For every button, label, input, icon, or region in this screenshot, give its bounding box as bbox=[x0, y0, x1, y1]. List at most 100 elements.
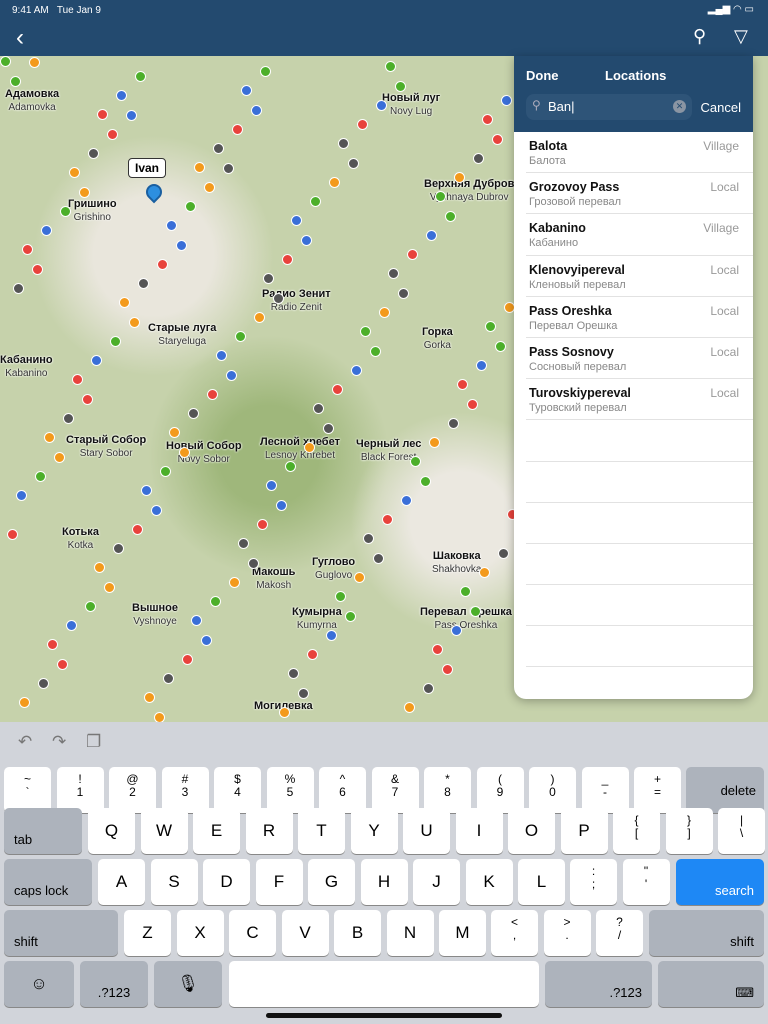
map-poi-icon[interactable] bbox=[47, 639, 58, 650]
chevron-left-icon[interactable]: ‹ bbox=[16, 24, 24, 52]
map-poi-icon[interactable] bbox=[113, 543, 124, 554]
map-poi-icon[interactable] bbox=[407, 249, 418, 260]
map-poi-icon[interactable] bbox=[470, 606, 481, 617]
microphone-icon[interactable]: 🎙 bbox=[154, 961, 222, 1007]
key[interactable]: E bbox=[193, 808, 240, 854]
map-poi-icon[interactable] bbox=[373, 553, 384, 564]
map-poi-icon[interactable] bbox=[479, 567, 490, 578]
map-poi-icon[interactable] bbox=[420, 476, 431, 487]
key[interactable]: Z bbox=[124, 910, 171, 956]
map-poi-icon[interactable] bbox=[57, 659, 68, 670]
map-poi-icon[interactable] bbox=[301, 235, 312, 246]
location-result[interactable]: Balota Балота Village bbox=[526, 132, 753, 174]
map-poi-icon[interactable] bbox=[310, 196, 321, 207]
map-poi-icon[interactable] bbox=[304, 442, 315, 453]
map-poi-icon[interactable] bbox=[63, 413, 74, 424]
map-poi-icon[interactable] bbox=[38, 678, 49, 689]
map-poi-icon[interactable] bbox=[216, 350, 227, 361]
map-poi-icon[interactable] bbox=[298, 688, 309, 699]
map-poi-icon[interactable] bbox=[213, 143, 224, 154]
map-poi-icon[interactable] bbox=[429, 437, 440, 448]
key[interactable]: & 7 bbox=[371, 767, 419, 813]
shift-key-right[interactable]: shift bbox=[649, 910, 764, 956]
map-poi-icon[interactable] bbox=[485, 321, 496, 332]
map-poi-icon[interactable] bbox=[432, 644, 443, 655]
location-result[interactable]: Klenovyipereval Кленовый перевал Local bbox=[526, 256, 753, 297]
map-poi-icon[interactable] bbox=[492, 134, 503, 145]
map-place-label[interactable]: Вышное Vyshnoye bbox=[132, 602, 178, 628]
map-poi-icon[interactable] bbox=[457, 379, 468, 390]
map-poi-icon[interactable] bbox=[238, 538, 249, 549]
map-poi-icon[interactable] bbox=[104, 582, 115, 593]
key[interactable]: " ' bbox=[622, 859, 670, 905]
map-place-label[interactable]: Кумырна Kumyrna bbox=[292, 606, 342, 632]
map-poi-icon[interactable] bbox=[426, 230, 437, 241]
map-poi-icon[interactable] bbox=[382, 514, 393, 525]
key[interactable]: L bbox=[518, 859, 565, 905]
map-place-label[interactable]: Макошь Makosh bbox=[252, 566, 295, 592]
map-poi-icon[interactable] bbox=[395, 81, 406, 92]
key[interactable]: F bbox=[255, 859, 303, 905]
location-result[interactable]: Pass Sosnovy Сосновый перевал Local bbox=[526, 338, 753, 380]
map-poi-icon[interactable] bbox=[66, 620, 77, 631]
map-place-label[interactable]: Гришино Grishino bbox=[68, 198, 117, 224]
map-poi-icon[interactable] bbox=[85, 601, 96, 612]
map-poi-icon[interactable] bbox=[144, 692, 155, 703]
key[interactable]: K bbox=[465, 859, 513, 905]
done-button[interactable]: Done bbox=[526, 68, 559, 83]
location-result[interactable]: Turovskiypereval Туровский перевал Local bbox=[526, 379, 753, 421]
key[interactable]: N bbox=[386, 910, 434, 956]
map-poi-icon[interactable] bbox=[29, 57, 40, 68]
map-poi-icon[interactable] bbox=[223, 163, 234, 174]
map-poi-icon[interactable] bbox=[254, 312, 265, 323]
map-poi-icon[interactable] bbox=[13, 283, 24, 294]
key[interactable]: M bbox=[439, 910, 486, 956]
key[interactable]: {[ bbox=[613, 808, 660, 854]
key[interactable]: B bbox=[334, 910, 381, 956]
map-poi-icon[interactable] bbox=[288, 668, 299, 679]
map-poi-icon[interactable] bbox=[10, 76, 21, 87]
cancel-button[interactable]: Cancel bbox=[701, 100, 741, 115]
map-poi-icon[interactable] bbox=[501, 95, 512, 106]
map-poi-icon[interactable] bbox=[263, 273, 274, 284]
map-poi-icon[interactable] bbox=[135, 71, 146, 82]
map-poi-icon[interactable] bbox=[97, 109, 108, 120]
map-poi-icon[interactable] bbox=[282, 254, 293, 265]
map-poi-icon[interactable] bbox=[129, 317, 140, 328]
map-poi-icon[interactable] bbox=[32, 264, 43, 275]
map-poi-icon[interactable] bbox=[460, 586, 471, 597]
map-poi-icon[interactable] bbox=[54, 452, 65, 463]
map-poi-icon[interactable] bbox=[19, 697, 30, 708]
map-place-label[interactable]: Новый луг Novy Lug bbox=[382, 92, 440, 118]
map-poi-icon[interactable] bbox=[60, 206, 71, 217]
map-poi-icon[interactable] bbox=[451, 625, 462, 636]
map-poi-icon[interactable] bbox=[44, 432, 55, 443]
map-poi-icon[interactable] bbox=[179, 447, 190, 458]
user-marker-label[interactable]: Ivan bbox=[128, 158, 167, 178]
map-poi-icon[interactable] bbox=[107, 129, 118, 140]
map-poi-icon[interactable] bbox=[119, 297, 130, 308]
paste-icon[interactable]: ❐ bbox=[86, 732, 101, 752]
map-poi-icon[interactable] bbox=[360, 326, 371, 337]
map-poi-icon[interactable] bbox=[401, 495, 412, 506]
shift-key-left[interactable]: shift bbox=[4, 910, 118, 956]
map-poi-icon[interactable] bbox=[160, 466, 171, 477]
key[interactable]: * 8 bbox=[424, 767, 471, 813]
map-poi-icon[interactable] bbox=[235, 331, 246, 342]
key[interactable]: S bbox=[150, 859, 198, 905]
map-poi-icon[interactable] bbox=[260, 66, 271, 77]
map-poi-icon[interactable] bbox=[473, 153, 484, 164]
map-place-label[interactable]: Старые луга Staryeluga bbox=[148, 322, 216, 348]
key[interactable]: % 5 bbox=[266, 767, 314, 813]
map-poi-icon[interactable] bbox=[257, 519, 268, 530]
map-poi-icon[interactable] bbox=[498, 548, 509, 559]
key[interactable]: C bbox=[229, 910, 276, 956]
map-poi-icon[interactable] bbox=[248, 558, 259, 569]
map-poi-icon[interactable] bbox=[379, 307, 390, 318]
map-poi-icon[interactable] bbox=[495, 341, 506, 352]
clear-icon[interactable]: ✕ bbox=[673, 100, 686, 113]
map-poi-icon[interactable] bbox=[307, 649, 318, 660]
map-poi-icon[interactable] bbox=[188, 408, 199, 419]
map-poi-icon[interactable] bbox=[166, 220, 177, 231]
map-place-label[interactable]: Адамовка Adamovka bbox=[5, 88, 59, 114]
